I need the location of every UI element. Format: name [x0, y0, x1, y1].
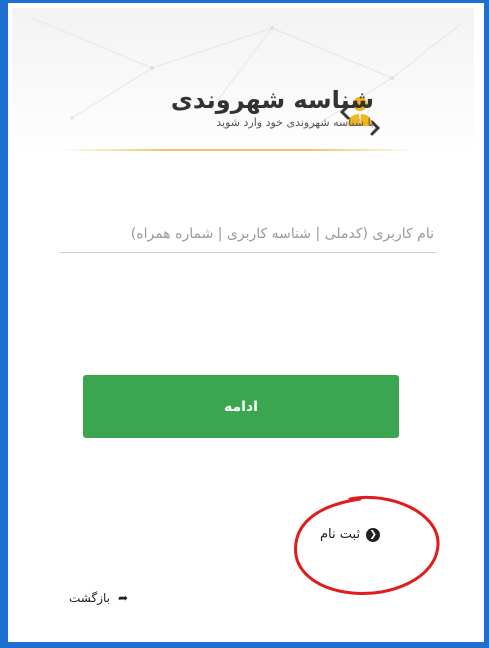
brand-title: شناسه شهروندی — [170, 86, 374, 114]
back-label: بازگشت — [69, 591, 110, 605]
continue-button[interactable]: ادامه — [83, 375, 399, 438]
network-pattern — [31, 17, 463, 129]
header-divider — [58, 149, 418, 151]
register-link[interactable]: ❮ ثبت نام — [320, 527, 381, 542]
brand-subtitle: با شناسه شهروندی خود وارد شوید — [216, 116, 374, 129]
username-input[interactable] — [60, 216, 436, 253]
back-link[interactable]: ➦ بازگشت — [69, 591, 128, 605]
header-background — [12, 8, 474, 158]
login-card: شناسه شهروندی با شناسه شهروندی خود وارد … — [12, 8, 474, 636]
chevron-left-circle-icon: ❮ — [366, 527, 381, 542]
register-label: ثبت نام — [320, 527, 361, 542]
brand-block: شناسه شهروندی با شناسه شهروندی خود وارد … — [171, 86, 374, 129]
share-arrow-icon: ➦ — [118, 591, 129, 605]
